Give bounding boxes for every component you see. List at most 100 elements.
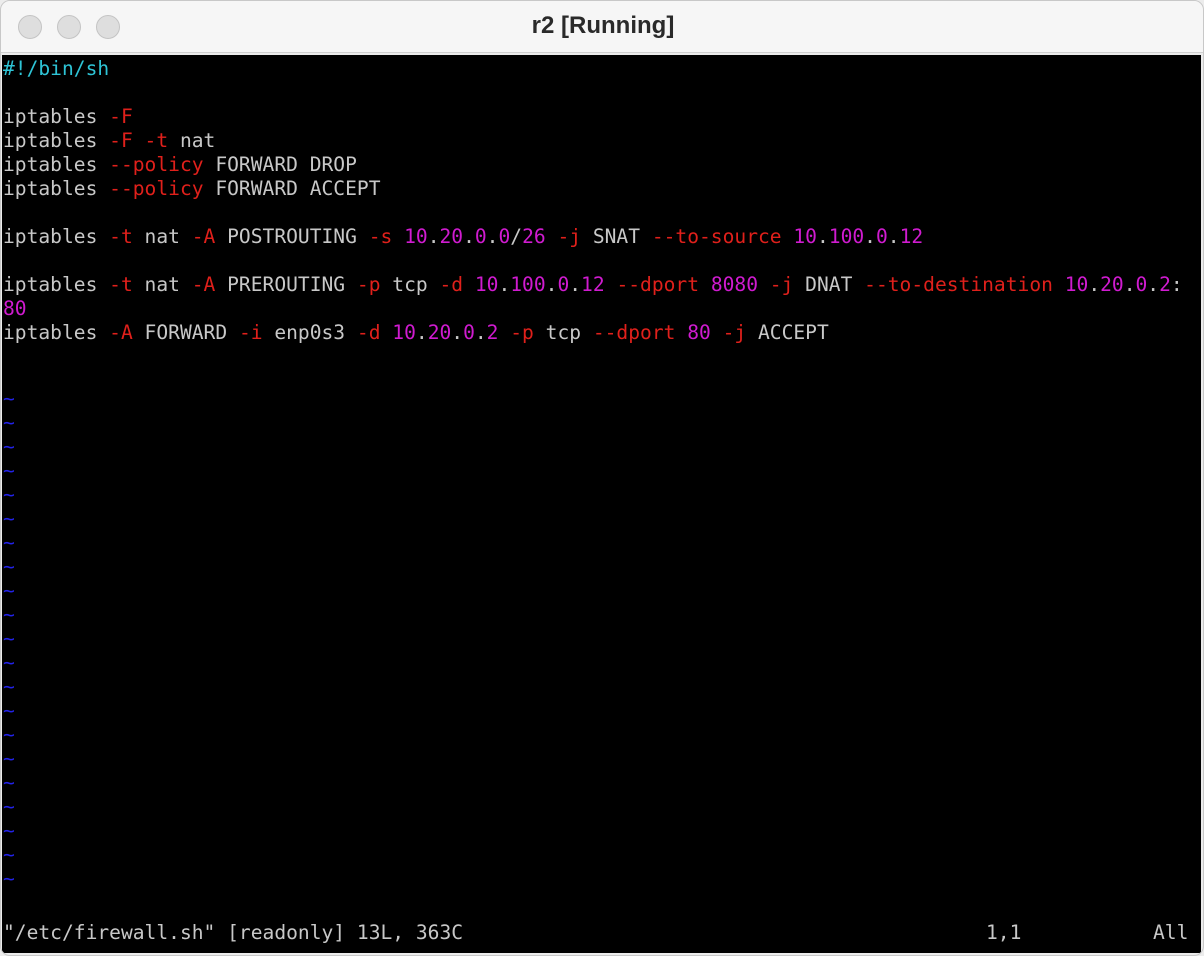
tilde-marker: ~ [3, 627, 15, 650]
tilde-marker: ~ [3, 675, 15, 698]
code-token: 0 [463, 321, 475, 344]
code-token: iptables [3, 225, 110, 248]
code-token: -p [356, 273, 381, 296]
code-token: 0 [875, 225, 888, 248]
tilde-marker: ~ [3, 771, 15, 794]
code-token: . [474, 321, 487, 344]
code-token: 8080 [710, 273, 758, 296]
code-token: enp0s3 [262, 321, 357, 344]
code-token: 100 [828, 225, 865, 248]
code-token: iptables [3, 129, 110, 152]
code-token: 10 [404, 225, 428, 248]
status-scroll-position: All [1153, 921, 1189, 944]
code-token: --to-source [651, 225, 782, 248]
tilde-marker: ~ [3, 651, 15, 674]
code-token: PREROUTING [215, 273, 357, 296]
code-token: -F -t [109, 129, 169, 152]
tilde-marker: ~ [3, 699, 15, 722]
code-token: -t [109, 273, 133, 296]
code-token: -s [368, 225, 393, 248]
code-token: nat [168, 129, 216, 152]
title-bar[interactable]: r2 [Running] [1, 1, 1203, 53]
code-token: 0 [498, 225, 511, 248]
tilde-marker: ~ [3, 819, 15, 842]
code-token: nat [132, 273, 192, 296]
code-token: . [569, 273, 582, 296]
code-token: -p [510, 321, 534, 344]
code-token: -i [238, 321, 263, 344]
code-token: 10 [793, 225, 817, 248]
code-token: -j [769, 273, 794, 296]
code-token: -F [109, 105, 133, 128]
code-token: ACCEPT [746, 321, 829, 344]
code-token: iptables [3, 153, 110, 176]
tilde-marker: ~ [3, 411, 15, 434]
code-line: iptables -t nat -A POSTROUTING -s 10.20.… [3, 225, 923, 249]
tilde-marker: ~ [3, 555, 15, 578]
code-line: iptables --policy FORWARD ACCEPT [3, 177, 381, 201]
tilde-marker: ~ [3, 387, 15, 410]
code-line: iptables -A FORWARD -i enp0s3 -d 10.20.0… [3, 321, 829, 345]
code-token: . [1147, 273, 1160, 296]
code-token: 10 [1064, 273, 1089, 296]
tilde-marker: ~ [3, 483, 15, 506]
code-token: / [510, 225, 523, 248]
code-token: 12 [581, 273, 605, 296]
code-token: DNAT [793, 273, 865, 296]
code-token: iptables [3, 321, 110, 344]
code-token: --dport [592, 321, 676, 344]
code-token: -j [557, 225, 582, 248]
code-token: . [498, 273, 511, 296]
code-token: SNAT [581, 225, 652, 248]
tilde-marker: ~ [3, 435, 15, 458]
code-token: 12 [899, 225, 924, 248]
vm-window: r2 [Running] #!/bin/sh iptables -F iptab… [0, 0, 1204, 956]
code-token: 10 [474, 273, 499, 296]
tilde-marker: ~ [3, 795, 15, 818]
code-token: --policy [109, 153, 204, 176]
code-token: --policy [109, 177, 204, 200]
window-title: r2 [Running] [531, 12, 675, 39]
tilde-marker: ~ [3, 579, 15, 602]
code-line: iptables --policy FORWARD DROP [3, 153, 357, 177]
code-token: . [1123, 273, 1136, 296]
code-token: FORWARD [132, 321, 239, 344]
vim-terminal[interactable]: #!/bin/sh iptables -F iptables -F -t nat… [2, 55, 1201, 953]
code-token: FORWARD ACCEPT [203, 177, 381, 200]
code-token: : [1170, 273, 1183, 296]
code-token: 20 [439, 225, 464, 248]
code-token: iptables [3, 177, 110, 200]
code-token: 20 [1100, 273, 1124, 296]
code-token: -t [109, 225, 133, 248]
tilde-marker: ~ [3, 531, 15, 554]
code-token: -A [191, 225, 216, 248]
code-token: nat [132, 225, 192, 248]
code-token: . [463, 225, 475, 248]
code-token: iptables [3, 273, 110, 296]
code-token: . [415, 321, 428, 344]
code-token: -A [109, 321, 133, 344]
status-file-info: "/etc/firewall.sh" [readonly] 13L, 363C [3, 921, 464, 944]
status-cursor-position: 1,1 [986, 921, 1022, 944]
tilde-marker: ~ [3, 723, 15, 746]
code-token: . [451, 321, 464, 344]
code-token: tcp [533, 321, 593, 344]
code-token: 80 [3, 297, 27, 320]
code-line: 80 [3, 297, 27, 321]
code-line: iptables -F [3, 105, 133, 129]
tilde-marker: ~ [3, 867, 15, 890]
code-token: 0 [557, 273, 570, 296]
code-token: . [545, 273, 558, 296]
code-token: iptables [3, 105, 110, 128]
code-token: -A [191, 273, 216, 296]
tilde-marker: ~ [3, 843, 15, 866]
code-token: -j [722, 321, 747, 344]
code-token: 26 [522, 225, 546, 248]
tilde-marker: ~ [3, 459, 15, 482]
